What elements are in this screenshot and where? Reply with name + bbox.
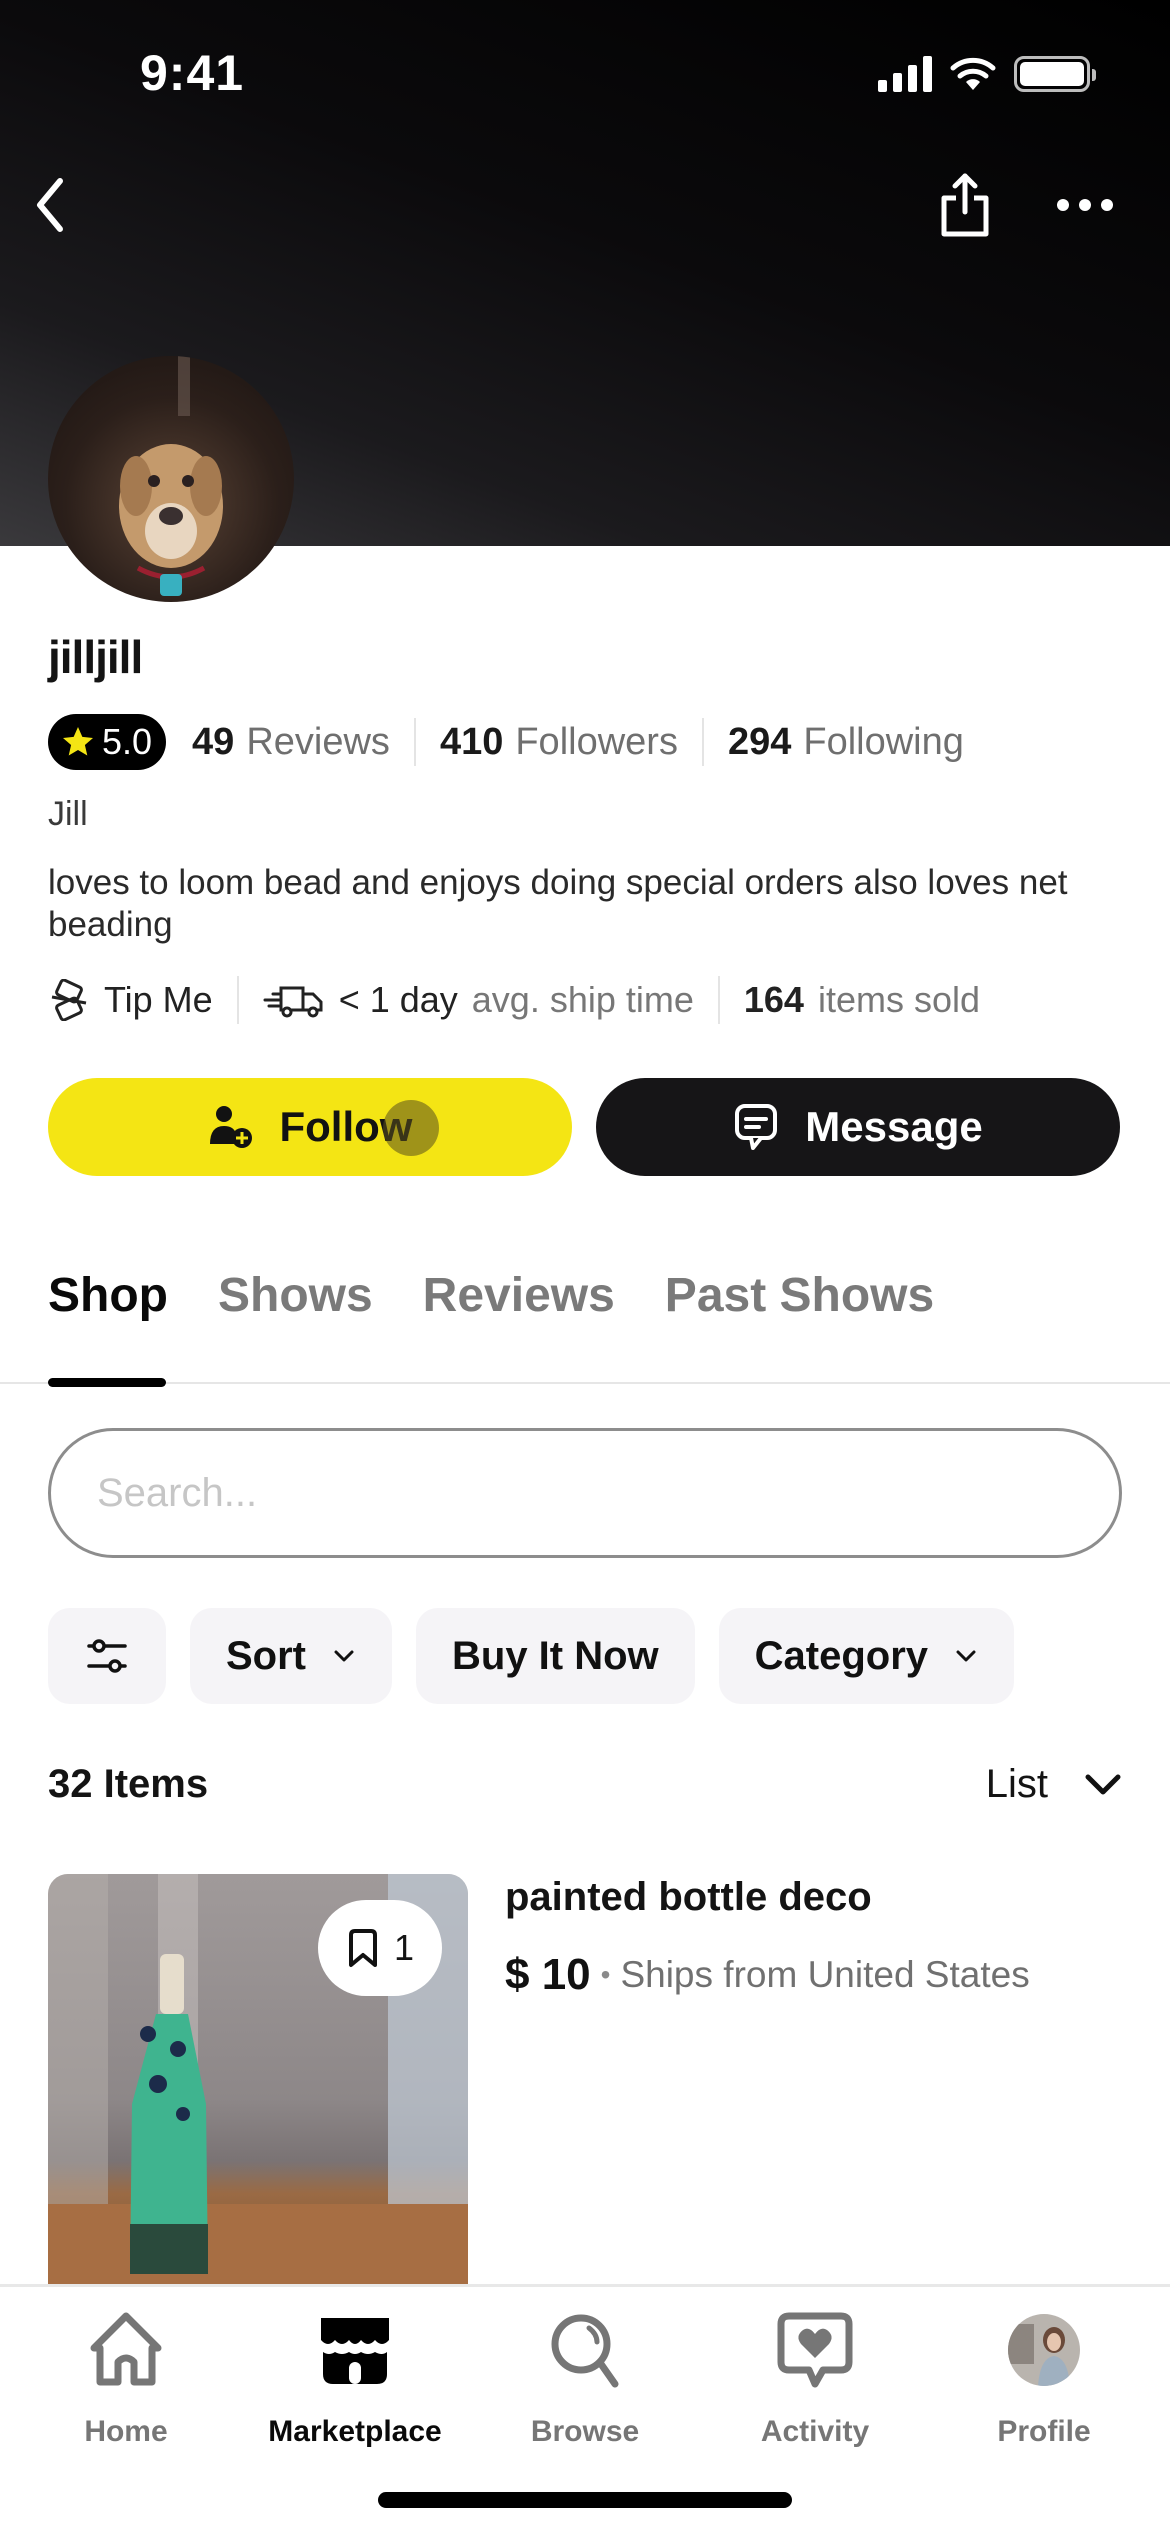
nav-browse[interactable]: Browse: [485, 2307, 685, 2449]
listing-meta: $ 10 • Ships from United States: [505, 1950, 1030, 2000]
ship-time-value: < 1 day: [338, 979, 458, 1020]
heart-message-icon: [777, 2312, 853, 2388]
follow-label: Follow: [279, 1103, 413, 1150]
sort-label: Sort: [226, 1633, 306, 1678]
reviews-count: 49: [192, 720, 235, 763]
tip-me-button[interactable]: Tip Me: [48, 979, 237, 1021]
view-mode-dropdown[interactable]: List: [986, 1762, 1122, 1807]
sort-dropdown[interactable]: Sort: [190, 1608, 392, 1704]
add-user-icon: [209, 1106, 252, 1148]
reviews-label: Reviews: [246, 720, 390, 763]
money-tip-icon: [51, 979, 87, 1021]
buy-it-now-label: Buy It Now: [452, 1633, 659, 1678]
profile-tabs: Shop Shows Reviews Past Shows: [48, 1268, 934, 1323]
message-label: Message: [805, 1103, 983, 1150]
nav-browse-label: Browse: [530, 2415, 640, 2448]
view-mode-label: List: [985, 1762, 1048, 1806]
results-header: 32 Items List: [48, 1762, 1122, 1807]
tab-shop[interactable]: Shop: [48, 1268, 168, 1323]
followers-count: 410: [439, 720, 504, 763]
chat-bubble-icon: [735, 1104, 778, 1150]
seller-meta-row: Tip Me < 1 day avg. ship time 164 items …: [48, 970, 1004, 1030]
separator-dot: •: [600, 1959, 611, 1990]
active-tab-indicator: [48, 1378, 166, 1387]
rating-value: 5.0: [102, 721, 153, 762]
category-label: Category: [754, 1633, 929, 1678]
star-icon: [63, 727, 93, 756]
items-sold-label: items sold: [817, 979, 981, 1020]
followers-label: Followers: [515, 720, 678, 763]
items-count: 32 Items: [48, 1762, 209, 1806]
items-sold-info: 164 items sold: [720, 979, 1004, 1021]
nav-marketplace[interactable]: Marketplace: [255, 2307, 455, 2449]
nav-profile[interactable]: Profile: [944, 2307, 1144, 2449]
wifi-icon: [950, 57, 996, 90]
ship-time-info: < 1 day avg. ship time: [239, 979, 718, 1021]
profile-avatar: [1008, 2314, 1080, 2386]
bookmark-icon: [348, 1929, 377, 1967]
listing-ships-from: Ships from United States: [620, 1954, 1030, 1995]
nav-home[interactable]: Home: [26, 2307, 226, 2449]
shop-search-input[interactable]: Search...: [48, 1428, 1122, 1558]
listing-price: $ 10: [505, 1950, 591, 1999]
category-dropdown[interactable]: Category: [718, 1608, 1015, 1704]
rating-badge[interactable]: 5.0: [48, 714, 167, 770]
username: jilljill: [48, 631, 143, 683]
battery-icon: [1014, 56, 1096, 92]
stats-row: 5.0 49 Reviews 410 Followers 294 Followi…: [48, 712, 988, 772]
follow-button[interactable]: Follow: [48, 1078, 572, 1176]
reviews-stat[interactable]: 49 Reviews: [166, 721, 414, 764]
share-button[interactable]: [930, 165, 1000, 245]
status-icons: [878, 56, 1096, 92]
chevron-left-icon: [37, 178, 63, 232]
ship-time-label: avg. ship time: [471, 979, 694, 1020]
nav-activity[interactable]: Activity: [715, 2307, 915, 2449]
display-name: Jill: [48, 795, 88, 833]
following-stat[interactable]: 294 Following: [704, 721, 988, 764]
save-count: 1: [393, 1927, 415, 1968]
bio: loves to loom bead and enjoys doing spec…: [48, 863, 1068, 944]
filter-settings-button[interactable]: [48, 1608, 166, 1704]
search-placeholder: Search...: [97, 1470, 258, 1515]
cellular-signal-icon: [878, 56, 932, 92]
back-button[interactable]: [20, 170, 80, 240]
nav-activity-label: Activity: [760, 2415, 870, 2448]
chevron-down-icon: [1085, 1774, 1121, 1794]
chevron-down-icon: [334, 1650, 354, 1662]
dog-avatar-image: [119, 356, 223, 596]
fast-delivery-truck-icon: [263, 986, 323, 1018]
save-listing-button[interactable]: 1: [318, 1900, 442, 1996]
nav-profile-label: Profile: [997, 2415, 1091, 2448]
seller-avatar[interactable]: [48, 356, 294, 602]
followers-stat[interactable]: 410 Followers: [416, 721, 702, 764]
nav-home-label: Home: [84, 2415, 168, 2448]
following-count: 294: [727, 720, 792, 763]
ellipsis-icon: [1057, 199, 1113, 211]
search-icon: [551, 2314, 619, 2388]
chevron-down-icon: [956, 1650, 976, 1662]
home-indicator: [378, 2492, 792, 2508]
nav-marketplace-label: Marketplace: [268, 2415, 442, 2448]
items-sold-count: 164: [743, 979, 804, 1020]
status-time: 9:41: [140, 45, 245, 101]
tip-me-label: Tip Me: [104, 979, 213, 1020]
listing-title[interactable]: painted bottle deco: [505, 1875, 872, 1920]
more-options-button[interactable]: [1050, 180, 1120, 230]
storefront-icon: [321, 2318, 389, 2384]
sliders-icon: [87, 1639, 127, 1673]
home-icon: [90, 2312, 162, 2386]
buy-it-now-filter[interactable]: Buy It Now: [416, 1608, 695, 1704]
filter-chips: Sort Buy It Now Category: [48, 1608, 1015, 1704]
following-label: Following: [803, 720, 964, 763]
tab-divider: [0, 1382, 1170, 1384]
share-icon: [941, 173, 989, 237]
tab-reviews[interactable]: Reviews: [423, 1268, 615, 1323]
status-bar: 9:41: [0, 0, 1170, 150]
tab-shows[interactable]: Shows: [218, 1268, 373, 1323]
tab-past-shows[interactable]: Past Shows: [665, 1268, 934, 1323]
message-button[interactable]: Message: [596, 1078, 1120, 1176]
